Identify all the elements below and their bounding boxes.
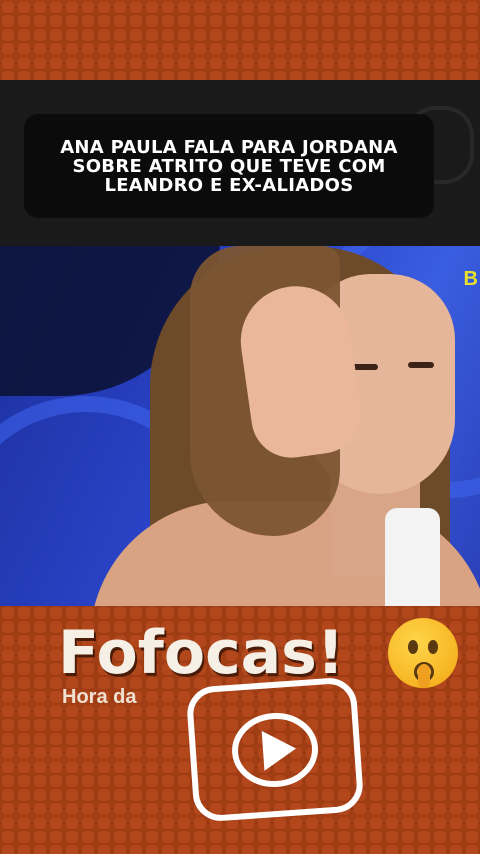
top-pattern-band: [0, 0, 480, 80]
caption-box: ANA PAULA FALA PARA JORDANA SOBRE ATRITO…: [24, 114, 434, 218]
play-icon: [232, 712, 319, 788]
caption-text: ANA PAULA FALA PARA JORDANA SOBRE ATRITO…: [60, 136, 398, 196]
brand-title: Fofocas!: [58, 618, 345, 688]
shushing-face-icon: [388, 618, 458, 688]
play-button[interactable]: [185, 676, 365, 823]
show-logo: B: [463, 268, 478, 290]
person-eye: [352, 364, 378, 370]
brand-subtitle: Hora da: [62, 686, 137, 708]
person-eye: [408, 362, 434, 368]
person-top: [385, 508, 440, 606]
caption-strip: ANA PAULA FALA PARA JORDANA SOBRE ATRITO…: [0, 80, 480, 246]
video-frame[interactable]: B: [0, 246, 480, 606]
